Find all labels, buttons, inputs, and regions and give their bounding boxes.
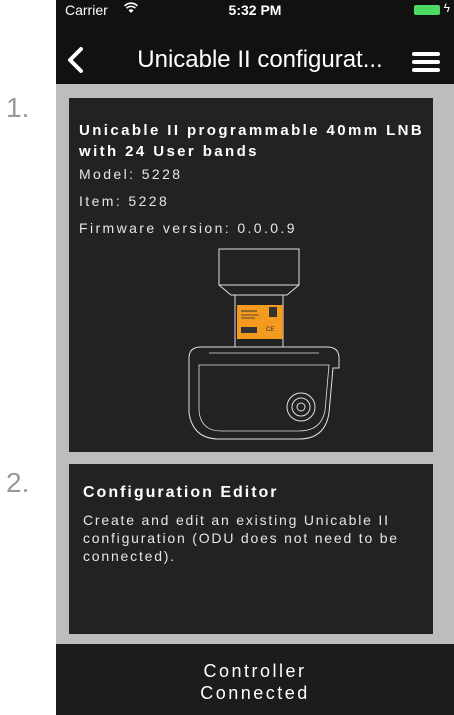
controller-status-line1: Controller — [203, 661, 307, 681]
chevron-left-icon[interactable] — [64, 46, 88, 74]
device-title: Unicable II programmable 40mm LNB with 2… — [79, 122, 425, 160]
svg-text:CE: CE — [266, 327, 274, 333]
step-number-2: 2. — [6, 467, 30, 498]
page-title: Unicable II configurat... — [137, 46, 383, 73]
device-info-card[interactable]: Unicable II programmable 40mm LNB with 2… — [69, 98, 433, 452]
charging-bolt-icon: ϟ — [443, 1, 450, 15]
configuration-editor-description: Create and edit an existing Unicable II … — [83, 512, 399, 564]
main-content: Unicable II programmable 40mm LNB with 2… — [56, 84, 454, 644]
device-item: Item: 5228 — [79, 193, 170, 209]
status-time: 5:32 PM — [228, 2, 282, 18]
firmware-version: Firmware version: 0.0.0.9 — [79, 220, 297, 236]
configuration-editor-title: Configuration Editor — [83, 484, 279, 501]
configuration-editor-card[interactable]: Configuration Editor Create and edit an … — [69, 464, 433, 634]
device-model: Model: 5228 — [79, 166, 183, 182]
controller-status-bar: Controller Connected — [56, 644, 454, 715]
controller-status-line2: Connected — [200, 683, 310, 703]
step-number-1: 1. — [6, 92, 30, 123]
battery-icon — [414, 5, 440, 15]
controller-status-text: Controller Connected — [56, 660, 454, 704]
hamburger-menu-icon[interactable] — [412, 52, 440, 72]
status-bar: Carrier 5:32 PM ϟ — [56, 0, 454, 20]
lnb-device-illustration: CE — [188, 248, 340, 440]
phone-screen: Carrier 5:32 PM ϟ Unicable II configurat… — [56, 0, 454, 715]
